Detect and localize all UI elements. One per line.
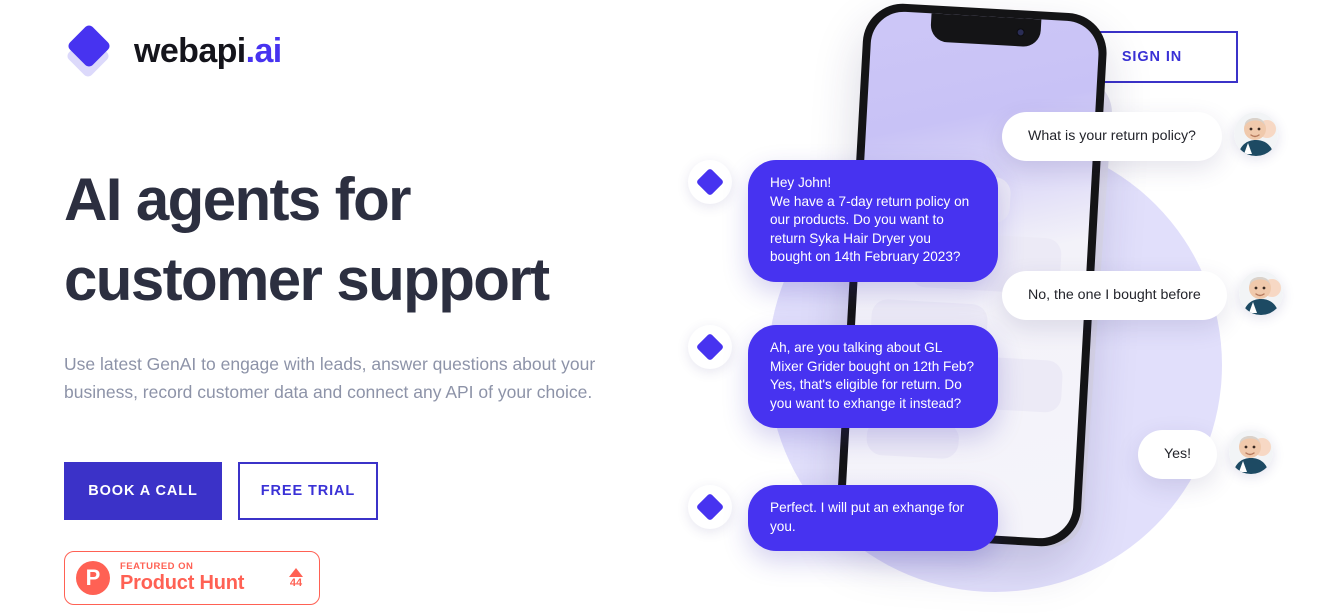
chat-message-user: No, the one I bought before	[1002, 271, 1283, 320]
book-a-call-button[interactable]: BOOK A CALL	[64, 462, 222, 520]
chat-conversation: What is your return policy? Hey John! We…	[660, 0, 1344, 616]
user-photo-avatar	[1238, 271, 1283, 315]
upvote-triangle-icon	[289, 567, 303, 577]
product-hunt-logo-icon: P	[76, 561, 110, 595]
product-hunt-name: Product Hunt	[120, 572, 245, 595]
free-trial-button[interactable]: FREE TRIAL	[238, 462, 378, 520]
cta-button-group: BOOK A CALL FREE TRIAL	[64, 462, 644, 520]
hero-content: AI agents for customer support Use lates…	[64, 160, 644, 605]
bot-diamond-avatar-icon	[688, 485, 732, 529]
bot-diamond-avatar-icon	[688, 325, 732, 369]
featured-on-label: FEATURED ON	[120, 560, 194, 572]
chat-message-bot: Hey John! We have a 7-day return policy …	[688, 160, 998, 282]
product-hunt-texts: FEATURED ON Product Hunt	[120, 561, 279, 595]
diamond-logo-icon	[64, 23, 118, 79]
hero-illustration: What is your return policy? Hey John! We…	[660, 0, 1344, 616]
bot-diamond-avatar-icon	[688, 160, 732, 204]
brand-logo-link[interactable]: webapi.ai	[64, 23, 282, 79]
chat-message-bot: Perfect. I will put an exhange for you.	[688, 485, 998, 552]
chat-bubble-text: No, the one I bought before	[1002, 271, 1227, 320]
product-hunt-badge[interactable]: P FEATURED ON Product Hunt 44	[64, 551, 320, 605]
chat-message-bot: Ah, are you talking about GL Mixer Gride…	[688, 325, 998, 429]
brand-tld: .ai	[245, 32, 283, 70]
chat-bubble-text: What is your return policy?	[1002, 112, 1222, 161]
brand-name: webapi	[134, 32, 246, 70]
user-photo-avatar	[1229, 430, 1274, 474]
upvote-count: 44	[289, 576, 303, 589]
landing-page: webapi.ai SIGN IN AI agents for customer…	[0, 0, 1344, 616]
chat-bubble-text: Hey John! We have a 7-day return policy …	[748, 160, 998, 282]
user-photo-avatar	[1233, 112, 1278, 156]
hero-subtitle: Use latest GenAI to engage with leads, a…	[64, 354, 596, 402]
product-hunt-upvotes: 44	[289, 567, 307, 589]
chat-bubble-text: Ah, are you talking about GL Mixer Gride…	[748, 325, 998, 429]
chat-message-user: Yes!	[1138, 430, 1274, 479]
chat-message-user: What is your return policy?	[1002, 112, 1278, 161]
chat-bubble-text: Yes!	[1138, 430, 1218, 479]
chat-bubble-text: Perfect. I will put an exhange for you.	[748, 485, 998, 552]
page-title: AI agents for customer support	[64, 166, 550, 313]
brand-wordmark: webapi.ai	[134, 34, 282, 68]
